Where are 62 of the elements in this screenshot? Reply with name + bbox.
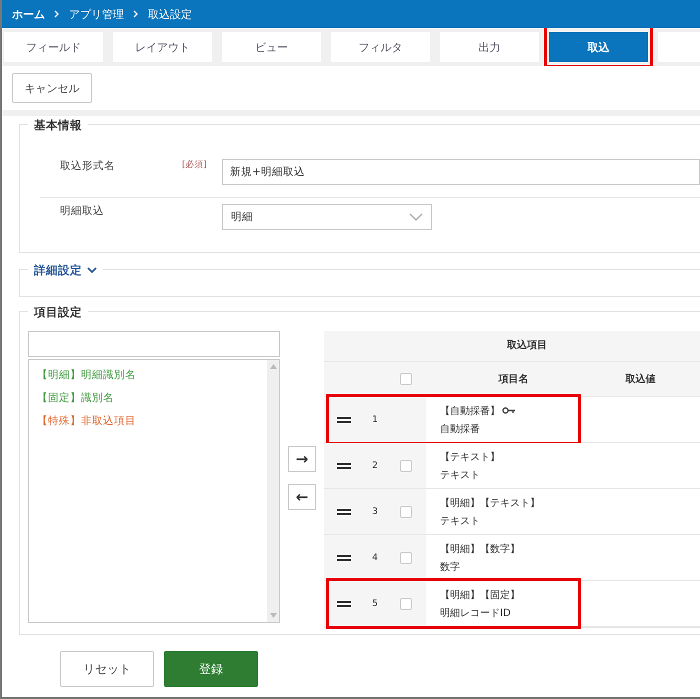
chevron-icon [54, 10, 60, 18]
field-name: 自動採番 [440, 422, 481, 436]
row-number: 4 [372, 552, 378, 562]
field-name: テキスト [440, 514, 481, 528]
tab[interactable]: レイアウト [113, 32, 212, 62]
field-type: 【自動採番】 [440, 404, 500, 418]
chevron-down-icon [87, 267, 97, 274]
advanced-settings-toggle[interactable]: 詳細設定 [28, 263, 103, 278]
field-type: 【明細】【テキスト】 [440, 496, 540, 510]
breadcrumb-link[interactable]: アプリ管理 [69, 6, 124, 22]
required-tag: [必須] [182, 159, 222, 171]
submit-button[interactable]: 登録 [164, 651, 258, 687]
list-item[interactable]: 【固定】識別名 [37, 387, 267, 410]
drag-handle-icon[interactable] [337, 462, 351, 468]
field-type: 【明細】【数字】 [440, 542, 520, 556]
column-header: 項目名 [497, 372, 530, 387]
scrollbar[interactable] [267, 360, 279, 622]
field-label: 明細取込 [60, 204, 105, 218]
row-number: 5 [372, 598, 378, 608]
breadcrumb-current[interactable]: 取込設定 [148, 6, 192, 22]
tab[interactable]: 取込 [549, 32, 648, 62]
row-number: 3 [372, 506, 378, 516]
move-right-button[interactable]: → [288, 446, 316, 472]
tab[interactable]: ビュー [222, 32, 321, 62]
field-name: 数字 [440, 560, 461, 574]
drag-handle-icon[interactable] [337, 600, 351, 606]
list-item[interactable]: 【明細】明細識別名 [37, 364, 267, 387]
field-type: 【明細】【固定】 [440, 588, 520, 602]
section-title: 項目設定 [28, 305, 88, 320]
field-name: テキスト [440, 468, 481, 482]
tab[interactable]: フィルタ [331, 32, 430, 62]
table-title: 取込項目 [324, 331, 700, 362]
field-label: 取込形式名 [60, 159, 116, 173]
search-field[interactable] [28, 331, 280, 357]
row-checkbox[interactable] [400, 598, 412, 610]
field-name: 明細レコードID [440, 606, 512, 620]
scroll-up-icon[interactable] [270, 364, 276, 369]
move-left-button[interactable]: ← [288, 484, 316, 510]
row-number: 2 [372, 460, 378, 470]
key-icon [502, 407, 516, 414]
detail-import-dropdown[interactable]: 明細 [222, 204, 432, 230]
breadcrumb-link[interactable]: ホーム [12, 6, 45, 22]
chevron-down-icon [409, 213, 423, 221]
section-title: 基本情報 [28, 118, 88, 133]
drag-handle-icon[interactable] [337, 416, 351, 422]
field-type: 【テキスト】 [440, 450, 500, 464]
reset-button[interactable]: リセット [60, 651, 154, 687]
format-name-field[interactable]: 新規+明細取込 [222, 159, 700, 185]
drag-handle-icon[interactable] [337, 508, 351, 514]
list-item[interactable]: 【特殊】非取込項目 [37, 410, 267, 433]
row-number: 1 [372, 414, 378, 424]
cancel-button[interactable]: キャンセル [12, 73, 92, 103]
row-checkbox[interactable] [400, 552, 412, 564]
column-header: 取込値 [624, 372, 656, 387]
select-all-checkbox[interactable] [400, 373, 412, 385]
drag-handle-icon[interactable] [337, 554, 351, 560]
row-checkbox[interactable] [400, 460, 412, 472]
scroll-down-icon[interactable] [270, 613, 276, 618]
tab[interactable]: 出力 [440, 32, 539, 62]
tab[interactable]: フィールド [4, 32, 103, 62]
row-checkbox[interactable] [400, 506, 412, 518]
chevron-icon [133, 10, 139, 18]
